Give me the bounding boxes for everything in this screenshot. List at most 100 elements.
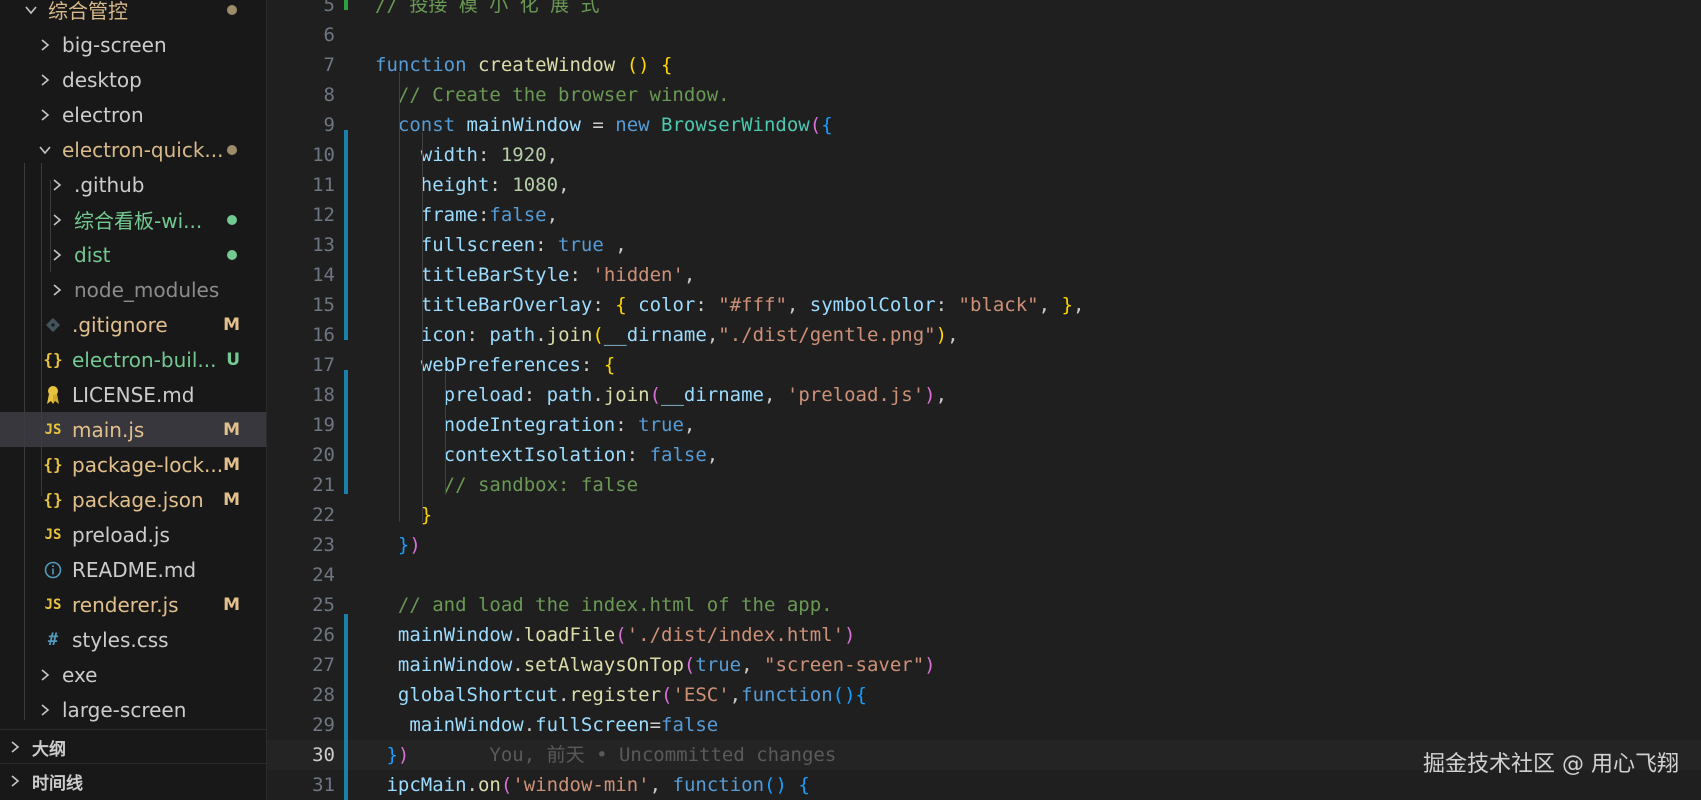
code-line[interactable]: 13 fullscreen: true , [267,230,1701,260]
code-text: } [420,504,433,526]
code-editor[interactable]: 5 // 投接 模 小 化 展 式 6 7 function createWindow … [267,0,1701,800]
code-line[interactable]: 22 } [267,500,1701,530]
explorer-item[interactable]: 综合看板-wi... [0,202,266,237]
json-braces-icon: {} [43,455,63,474]
git-modified-marker[interactable] [344,370,348,494]
explorer-item-label: preload.js [72,522,170,547]
code-line[interactable]: 5 // 投接 模 小 化 展 式 [267,0,1701,20]
code-indent-guide [399,72,400,522]
chevron-right-icon[interactable] [38,66,52,94]
explorer-item[interactable]: electron-quick... [0,132,266,167]
tree-indent-guide [50,180,51,272]
explorer-item[interactable]: .gitignore M [0,307,266,342]
explorer-item[interactable]: {} electron-buil... U [0,342,266,377]
code-line[interactable]: 8 // Create the browser window. [267,80,1701,110]
explorer-item[interactable]: node_modules [0,272,266,307]
watermark: 掘金技术社区 @ 用心飞翔 [1423,752,1679,777]
chevron-right-icon[interactable] [8,740,22,754]
line-number: 17 [312,354,335,376]
explorer-item[interactable]: JS renderer.js M [0,587,266,622]
explorer-item[interactable]: {} package.json M [0,482,266,517]
code-text: ipcMain.on('window-min', function() { [386,774,810,796]
code-line[interactable]: 15 titleBarOverlay: { color: "#fff", sym… [267,290,1701,320]
chevron-right-icon[interactable] [38,661,52,689]
explorer-item[interactable]: dist [0,237,266,272]
chevron-down-icon[interactable] [38,136,52,164]
explorer-item[interactable]: # styles.css [0,622,266,657]
git-added-marker[interactable] [344,0,348,10]
code-line[interactable]: 26 mainWindow.loadFile('./dist/index.htm… [267,620,1701,650]
code-text: height: 1080, [420,174,570,196]
explorer-item[interactable]: LICENSE.md [0,377,266,412]
code-line[interactable]: 9 const mainWindow = new BrowserWindow({ [267,110,1701,140]
js-icon: JS [44,596,62,613]
chevron-right-icon[interactable] [38,696,52,724]
code-text: // 投接 模 小 化 展 式 [375,0,600,16]
explorer-item[interactable]: {} package-lock... M [0,447,266,482]
code-line[interactable]: 21 // sandbox: false [267,470,1701,500]
explorer-item-label: LICENSE.md [72,382,195,407]
git-modified-marker[interactable] [344,130,348,340]
explorer-item-label: large-screen [62,697,187,722]
code-text: }) [397,534,421,556]
code-text: const mainWindow = new BrowserWindow({ [397,114,833,136]
explorer-item[interactable]: README.md [0,552,266,587]
explorer-item[interactable]: large-screen [0,692,266,727]
code-line[interactable]: 19 nodeIntegration: true, [267,410,1701,440]
chevron-right-icon[interactable] [38,101,52,129]
code-indent-guide [445,372,446,495]
explorer-item[interactable]: JS preload.js [0,517,266,552]
code-line[interactable]: 10 width: 1920, [267,140,1701,170]
explorer-item-label: .github [74,172,145,197]
git-modified-marker[interactable] [344,614,348,800]
explorer-item[interactable]: desktop [0,62,266,97]
explorer-item[interactable]: electron [0,97,266,132]
chevron-right-icon[interactable] [8,774,22,788]
code-text: // Create the browser window. [397,84,730,106]
code-line[interactable]: 27 mainWindow.setAlwaysOnTop(true, "scre… [267,650,1701,680]
explorer-item[interactable]: big-screen [0,27,266,62]
code-line[interactable]: 6 [267,20,1701,50]
explorer-item-label: styles.css [72,627,169,652]
chevron-right-icon[interactable] [38,31,52,59]
code-line[interactable]: 11 height: 1080, [267,170,1701,200]
line-number: 9 [323,114,335,136]
code-line[interactable]: 17 webPreferences: { [267,350,1701,380]
code-line[interactable]: 14 titleBarStyle: 'hidden', [267,260,1701,290]
line-number: 22 [312,504,335,526]
code-indent-guide [422,132,423,522]
line-number: 7 [323,54,335,76]
json-braces-icon: {} [43,350,63,369]
section-label: 时间线 [32,773,83,794]
chevron-right-icon[interactable] [50,206,64,234]
code-line[interactable]: 23 }) [267,530,1701,560]
tree-indent-guide [24,163,25,720]
chevron-down-icon[interactable] [24,0,38,24]
code-line[interactable]: 25 // and load the index.html of the app… [267,590,1701,620]
line-number: 30 [312,744,335,766]
explorer-item[interactable]: JS main.js M [0,412,266,447]
line-number: 5 [323,0,335,16]
code-line[interactable]: 12 frame:false, [267,200,1701,230]
code-line[interactable]: 18 preload: path.join(__dirname, 'preloa… [267,380,1701,410]
code-line[interactable]: 16 icon: path.join(__dirname,"./dist/gen… [267,320,1701,350]
explorer-item[interactable]: exe [0,657,266,692]
git-status-badge: U [226,349,240,370]
explorer-item[interactable]: 综合管控 [0,0,266,27]
outline-section-header[interactable]: 大纲 [0,729,266,764]
code-line[interactable]: 28 globalShortcut.register('ESC',functio… [267,680,1701,710]
code-line[interactable]: 7 function createWindow () { [267,50,1701,80]
chevron-right-icon[interactable] [50,276,64,304]
code-text: titleBarStyle: 'hidden', [420,264,696,286]
chevron-right-icon[interactable] [50,241,64,269]
line-number: 15 [312,294,335,316]
explorer-item[interactable]: .github [0,167,266,202]
chevron-right-icon[interactable] [50,171,64,199]
code-line[interactable]: 24 [267,560,1701,590]
code-line[interactable]: 29 mainWindow.fullScreen=false [267,710,1701,740]
line-number: 13 [312,234,335,256]
tree-indent-guide [41,163,42,496]
explorer-item-label: big-screen [62,32,167,57]
timeline-section-header[interactable]: 时间线 [0,763,266,798]
code-line[interactable]: 20 contextIsolation: false, [267,440,1701,470]
